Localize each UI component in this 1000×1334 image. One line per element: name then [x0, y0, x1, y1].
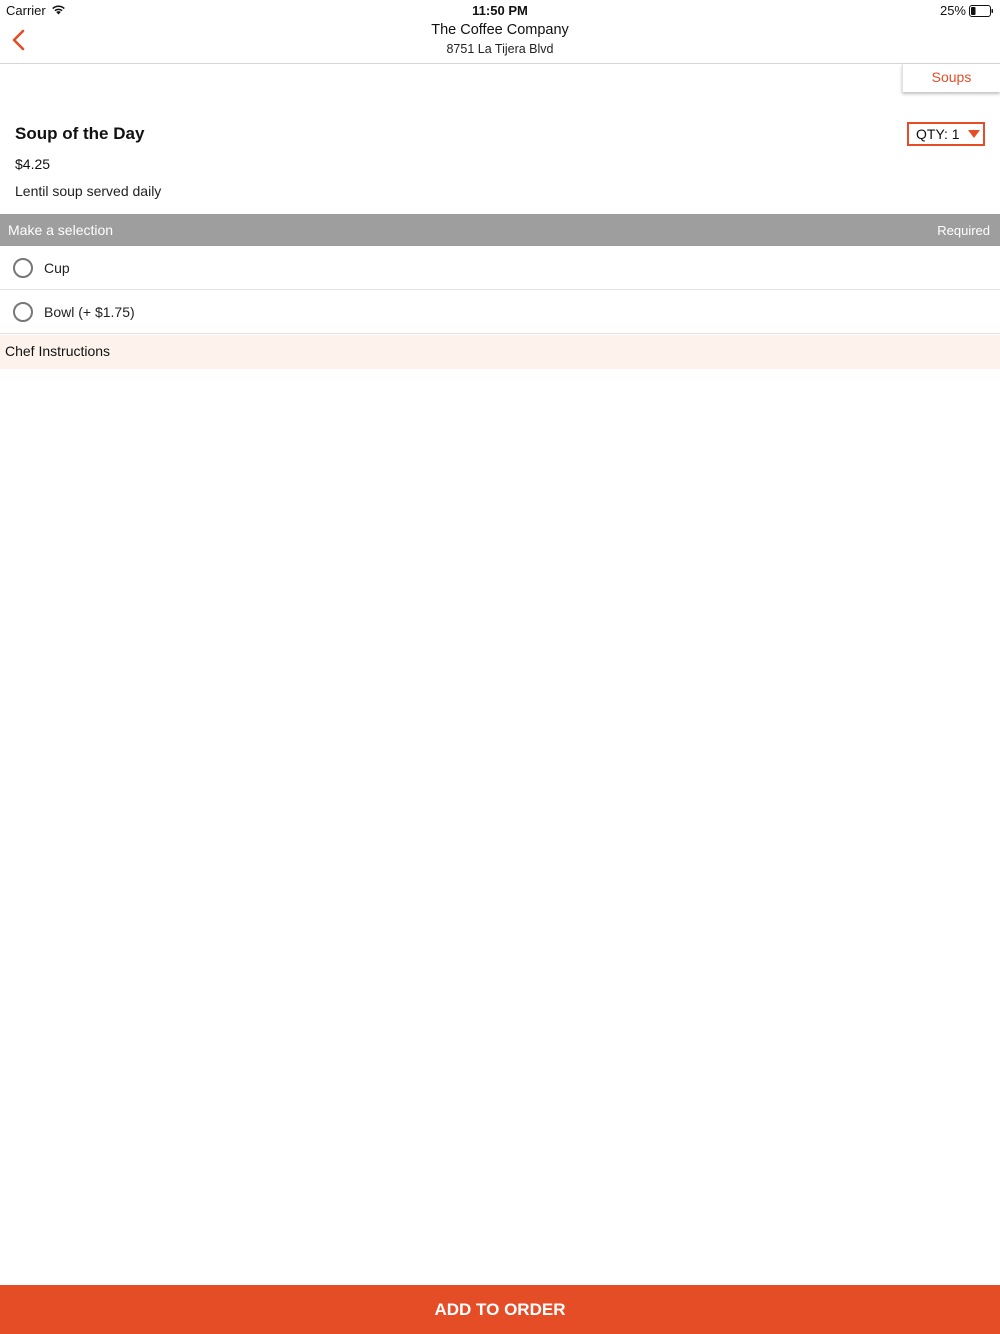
required-label: Required — [937, 223, 990, 238]
add-to-order-button[interactable]: ADD TO ORDER — [0, 1285, 1000, 1334]
option-cup[interactable]: Cup — [0, 246, 1000, 290]
selection-header: Make a selection Required — [0, 214, 1000, 246]
chef-instructions[interactable]: Chef Instructions — [0, 335, 1000, 369]
caret-down-icon — [967, 130, 980, 138]
item-price: $4.25 — [15, 156, 51, 172]
quantity-label: QTY: 1 — [916, 126, 960, 142]
status-bar: Carrier 11:50 PM 25% — [0, 0, 1000, 20]
battery-icon — [969, 4, 994, 17]
item-title: Soup of the Day — [15, 124, 145, 143]
category-tab-soups[interactable]: Soups — [902, 64, 1000, 92]
restaurant-address: 8751 La Tijera Blvd — [446, 42, 554, 56]
app-root: Carrier 11:50 PM 25% The Coffee Company … — [0, 0, 1000, 1334]
selection-title: Make a selection — [8, 222, 114, 238]
option-label: Cup — [44, 260, 70, 276]
quantity-selector[interactable]: QTY: 1 — [907, 122, 985, 146]
status-right: 25% — [940, 3, 994, 18]
item-description: Lentil soup served daily — [15, 183, 162, 199]
option-bowl[interactable]: Bowl (+ $1.75) — [0, 290, 1000, 334]
option-label: Bowl (+ $1.75) — [44, 304, 135, 320]
restaurant-name: The Coffee Company — [431, 22, 569, 38]
status-time: 11:50 PM — [472, 3, 528, 18]
radio-button[interactable] — [13, 258, 33, 278]
battery-percent: 25% — [939, 3, 966, 18]
navigation-bar: The Coffee Company 8751 La Tijera Blvd — [0, 20, 1000, 64]
radio-button[interactable] — [13, 302, 33, 322]
